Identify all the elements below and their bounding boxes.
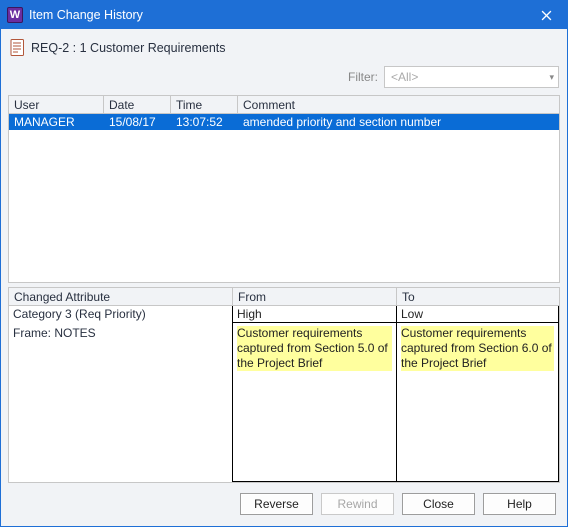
cell-to: Low bbox=[397, 306, 559, 323]
cell-from: Customer requirements captured from Sect… bbox=[233, 323, 397, 482]
detail-row[interactable]: Category 3 (Req Priority) High Low bbox=[9, 306, 559, 323]
button-bar: Reverse Rewind Close Help bbox=[8, 487, 560, 519]
col-time[interactable]: Time bbox=[171, 96, 238, 113]
dialog-window: W Item Change History REQ-2 : 1 Customer… bbox=[0, 0, 568, 527]
app-icon: W bbox=[7, 7, 23, 23]
history-grid[interactable]: User Date Time Comment MANAGER 15/08/17 … bbox=[8, 95, 560, 283]
detail-body: Category 3 (Req Priority) High Low Frame… bbox=[9, 306, 559, 482]
document-icon bbox=[10, 39, 25, 56]
col-comment[interactable]: Comment bbox=[238, 96, 559, 113]
detail-grid[interactable]: Changed Attribute From To Category 3 (Re… bbox=[8, 287, 560, 483]
col-date[interactable]: Date bbox=[104, 96, 171, 113]
reverse-button[interactable]: Reverse bbox=[240, 493, 313, 515]
close-button[interactable]: Close bbox=[402, 493, 475, 515]
rewind-button[interactable]: Rewind bbox=[321, 493, 394, 515]
history-row[interactable]: MANAGER 15/08/17 13:07:52 amended priori… bbox=[9, 114, 559, 130]
cell-user: MANAGER bbox=[9, 114, 104, 130]
cell-attr: Category 3 (Req Priority) bbox=[9, 306, 233, 323]
col-user[interactable]: User bbox=[9, 96, 104, 113]
cell-date: 15/08/17 bbox=[104, 114, 171, 130]
highlight-from: Customer requirements captured from Sect… bbox=[237, 326, 392, 371]
filter-dropdown[interactable]: <All> ▾ bbox=[384, 66, 559, 88]
col-attribute[interactable]: Changed Attribute bbox=[9, 288, 233, 305]
cell-time: 13:07:52 bbox=[171, 114, 238, 130]
title-bar[interactable]: W Item Change History bbox=[1, 1, 567, 29]
cell-from: High bbox=[233, 306, 397, 323]
history-header: User Date Time Comment bbox=[9, 96, 559, 114]
filter-value: <All> bbox=[391, 70, 418, 84]
chevron-down-icon: ▾ bbox=[549, 72, 554, 83]
window-title: Item Change History bbox=[29, 8, 525, 22]
col-from[interactable]: From bbox=[233, 288, 397, 305]
item-header: REQ-2 : 1 Customer Requirements bbox=[8, 36, 560, 62]
detail-row[interactable]: Frame: NOTES Customer requirements captu… bbox=[9, 323, 559, 482]
close-icon[interactable] bbox=[525, 1, 567, 29]
client-area: REQ-2 : 1 Customer Requirements Filter: … bbox=[1, 29, 567, 526]
filter-row: Filter: <All> ▾ bbox=[8, 66, 560, 91]
help-button[interactable]: Help bbox=[483, 493, 556, 515]
history-body: MANAGER 15/08/17 13:07:52 amended priori… bbox=[9, 114, 559, 282]
col-to[interactable]: To bbox=[397, 288, 559, 305]
cell-attr: Frame: NOTES bbox=[9, 323, 233, 482]
filter-label: Filter: bbox=[348, 70, 378, 84]
cell-to: Customer requirements captured from Sect… bbox=[397, 323, 559, 482]
cell-comment: amended priority and section number bbox=[238, 114, 559, 130]
detail-header: Changed Attribute From To bbox=[9, 288, 559, 306]
item-label: REQ-2 : 1 Customer Requirements bbox=[31, 41, 226, 55]
highlight-to: Customer requirements captured from Sect… bbox=[401, 326, 554, 371]
